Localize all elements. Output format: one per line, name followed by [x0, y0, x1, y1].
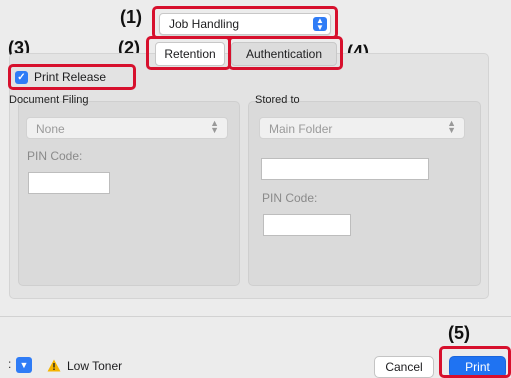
document-filing-heading: Document Filing	[9, 94, 89, 106]
select-chevrons-icon: ▲ ▼	[210, 118, 219, 135]
low-toner-status: Low Toner	[67, 359, 123, 373]
callout-1: (1)	[120, 7, 142, 27]
stored-to-pin-field[interactable]	[263, 214, 351, 236]
document-filing-value: None	[36, 122, 65, 136]
callout-5: (5)	[448, 323, 470, 343]
document-filing-pin-label: PIN Code:	[27, 149, 83, 163]
stored-to-heading: Stored to	[255, 94, 300, 106]
stored-to-pin-label: PIN Code:	[262, 191, 318, 205]
callout-2-highlight	[146, 36, 231, 70]
folder-name-field[interactable]	[261, 158, 429, 180]
document-filing-select[interactable]: None ▲ ▼	[26, 117, 228, 139]
warning-icon	[47, 359, 61, 372]
callout-5-highlight	[439, 346, 511, 378]
select-chevrons-icon: ▲ ▼	[447, 118, 456, 135]
pdf-menu-fragment: :	[8, 357, 12, 371]
callout-1-highlight	[152, 6, 338, 39]
callout-4-highlight	[228, 36, 343, 70]
callout-3-highlight	[8, 64, 136, 90]
chevron-down-icon[interactable]: ▼	[16, 357, 32, 373]
stored-to-select[interactable]: Main Folder ▲ ▼	[259, 117, 465, 139]
stored-to-value: Main Folder	[269, 122, 333, 136]
document-filing-pin-field[interactable]	[28, 172, 110, 194]
bottom-divider	[0, 316, 511, 317]
cancel-button[interactable]: Cancel	[374, 356, 434, 378]
